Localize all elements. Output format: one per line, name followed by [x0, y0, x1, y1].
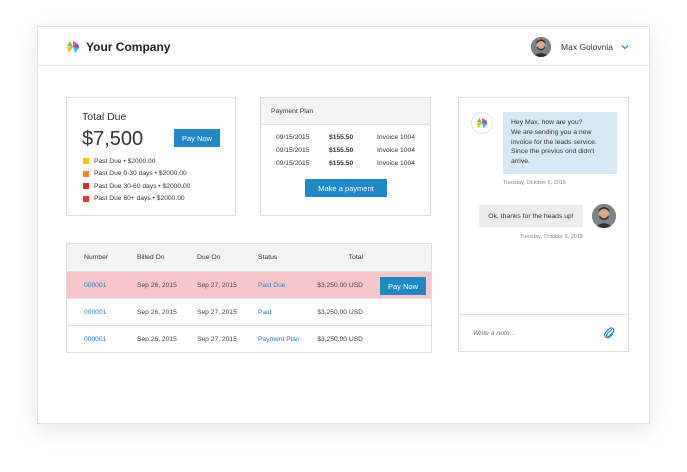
message-timestamp: Tuesday, October 6, 2015 [503, 180, 566, 186]
invoice-number-link[interactable]: 000001 [84, 336, 106, 343]
company-logo-icon [476, 117, 488, 129]
column-header-total: Total [348, 254, 363, 261]
legend-item: Past Due 60+ days • $2000.00 [83, 193, 190, 206]
plan-invoice: Invoice 1004 [377, 134, 415, 141]
outgoing-message: Ok, thanks for the heads up! [479, 205, 583, 227]
chat-panel: Hey Max, how are you? We are sending you… [458, 97, 629, 352]
top-bar: Your Company Max Golovnia [38, 27, 649, 66]
plan-amount: $155.50 [329, 160, 354, 167]
plan-invoice: Invoice 1004 [377, 147, 415, 154]
payment-plan-header: Payment Plan [261, 98, 430, 125]
plan-amount: $155.50 [329, 134, 354, 141]
plan-row: 09/15/2015 $155.50 Invoice 1004 [276, 160, 426, 172]
plan-invoice: Invoice 1004 [377, 160, 415, 167]
due-on: Sep 27, 2015 [197, 336, 237, 343]
invoice-number-link[interactable]: 000001 [84, 282, 106, 289]
user-menu[interactable]: Max Golovnia [531, 37, 629, 57]
chat-compose [459, 314, 628, 352]
legend-label: Past Due 0-30 days • $2000.00 [94, 170, 187, 178]
chevron-down-icon[interactable] [621, 43, 629, 51]
column-header-due-on: Due On [197, 254, 221, 261]
billed-on: Sep 26, 2015 [137, 336, 177, 343]
legend-swatch [83, 195, 89, 202]
message-line: invoice for the leads service. [511, 138, 597, 146]
legend-swatch [83, 170, 89, 177]
due-on: Sep 27, 2015 [197, 309, 237, 316]
legend-swatch [83, 158, 89, 165]
status-link[interactable]: Past Due [258, 282, 286, 289]
column-header-billed-on: Billed On [137, 254, 165, 261]
company-logo-icon [67, 41, 79, 53]
legend-item: Past Due • $2000.00 [83, 155, 190, 168]
total-due-amount: $7,500 [82, 128, 144, 150]
due-on: Sep 27, 2015 [197, 282, 237, 289]
message-timestamp: Tuesday, October 6, 2015 [520, 234, 583, 240]
invoice-total: $3,250.00 USD [317, 309, 363, 316]
table-row[interactable]: 000001 Sep 26, 2015 Sep 27, 2015 Payment… [67, 326, 431, 353]
plan-row: 09/15/2015 $155.50 Invoice 1004 [276, 147, 426, 159]
app-window: Your Company Max Golovnia Total Due $7,5… [37, 26, 650, 424]
past-due-legend: Past Due • $2000.00 Past Due 0-30 days •… [83, 155, 190, 205]
plan-amount: $155.50 [329, 147, 354, 154]
row-pay-now-button[interactable]: Pay Now [380, 277, 426, 295]
incoming-message: Hey Max, how are you? We are sending you… [503, 112, 617, 174]
payment-plan-card: Payment Plan 09/15/2015 $155.50 Invoice … [260, 97, 431, 216]
table-header: Number Billed On Due On Status Total [67, 244, 431, 272]
table-row[interactable]: 000001 Sep 26, 2015 Sep 27, 2015 Past Du… [67, 272, 431, 299]
column-header-status: Status [258, 254, 278, 261]
message-line: We are sending you a new [511, 128, 592, 136]
user-chat-avatar [592, 204, 616, 228]
invoices-table: Number Billed On Due On Status Total 000… [66, 243, 432, 353]
paperclip-icon[interactable] [603, 326, 615, 340]
message-line: Since the previus ond didn't [511, 148, 595, 156]
legend-item: Past Due 0-30 days • $2000.00 [83, 168, 190, 181]
status-link[interactable]: Payment Plan [258, 336, 300, 343]
total-due-label: Total Due [82, 111, 127, 123]
invoice-number-link[interactable]: 000001 [84, 309, 106, 316]
status-link[interactable]: Paid [258, 309, 271, 316]
invoice-total: $3,250.00 USD [317, 282, 363, 289]
legend-label: Past Due • $2000.00 [94, 157, 156, 165]
message-line: Hey Max, how are you? [511, 119, 583, 126]
total-due-card: Total Due $7,500 Pay Now Past Due • $200… [66, 97, 236, 216]
note-input[interactable] [473, 325, 598, 341]
legend-label: Past Due 30-60 days • $2000.00 [94, 182, 191, 190]
table-row[interactable]: 000001 Sep 26, 2015 Sep 27, 2015 Paid $3… [67, 299, 431, 326]
user-avatar [531, 37, 552, 57]
billed-on: Sep 26, 2015 [137, 309, 177, 316]
plan-date: 09/15/2015 [276, 147, 310, 154]
billed-on: Sep 26, 2015 [137, 282, 177, 289]
plan-date: 09/15/2015 [276, 134, 310, 141]
legend-item: Past Due 30-60 days • $2000.00 [83, 180, 190, 193]
invoice-total: $3,250.00 USD [317, 336, 363, 343]
company-chat-avatar [471, 112, 493, 134]
legend-label: Past Due 60+ days • $2000.00 [94, 195, 185, 203]
user-name: Max Golovnia [561, 42, 613, 52]
plan-date: 09/15/2015 [276, 160, 310, 167]
make-payment-button[interactable]: Make a payment [305, 179, 387, 197]
plan-row: 09/15/2015 $155.50 Invoice 1004 [276, 134, 426, 146]
payment-plan-title: Payment Plan [271, 108, 314, 115]
message-line: Ok, thanks for the heads up! [488, 212, 574, 220]
message-line: arrive. [511, 158, 530, 166]
legend-swatch [83, 183, 89, 190]
brand-name: Your Company [86, 40, 171, 54]
column-header-number: Number [84, 254, 109, 261]
pay-now-button[interactable]: Pay Now [174, 129, 220, 147]
